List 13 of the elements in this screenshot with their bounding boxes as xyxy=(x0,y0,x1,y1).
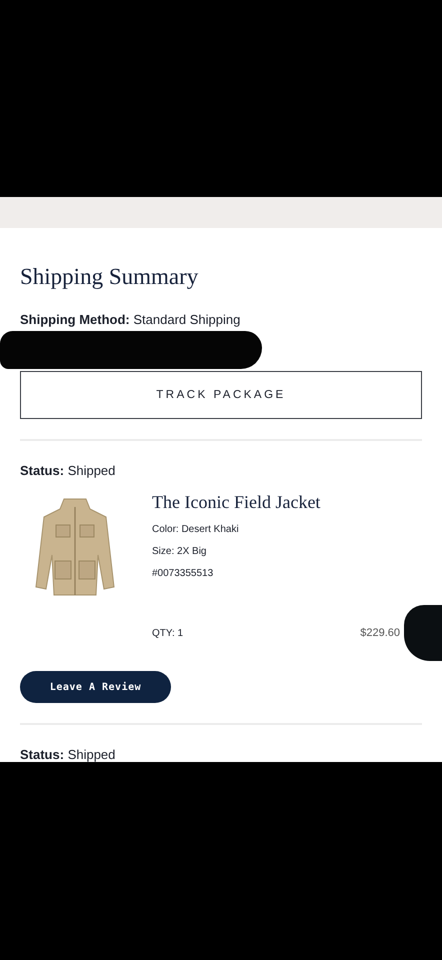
status-text: Status: Shipped xyxy=(20,463,116,478)
product-color: Color: Desert Khaki xyxy=(152,524,240,535)
product-price: $229.60 xyxy=(360,627,400,639)
redaction-mark xyxy=(404,605,442,661)
product-size: Size: 2X Big xyxy=(152,546,208,557)
leave-review-button[interactable]: Leave A Review xyxy=(20,671,171,703)
shipping-method-text: Shipping Method: Standard Shipping xyxy=(20,312,242,327)
section-title: Shipping Summary xyxy=(20,264,200,290)
status-text: Status: Shipped xyxy=(20,747,116,762)
product-name: The Iconic Field Jacket xyxy=(152,492,322,513)
track-package-button[interactable]: TRACK PACKAGE xyxy=(20,370,422,419)
product-sku: #0073355513 xyxy=(152,568,214,579)
product-quantity: QTY: 1 xyxy=(152,628,184,638)
